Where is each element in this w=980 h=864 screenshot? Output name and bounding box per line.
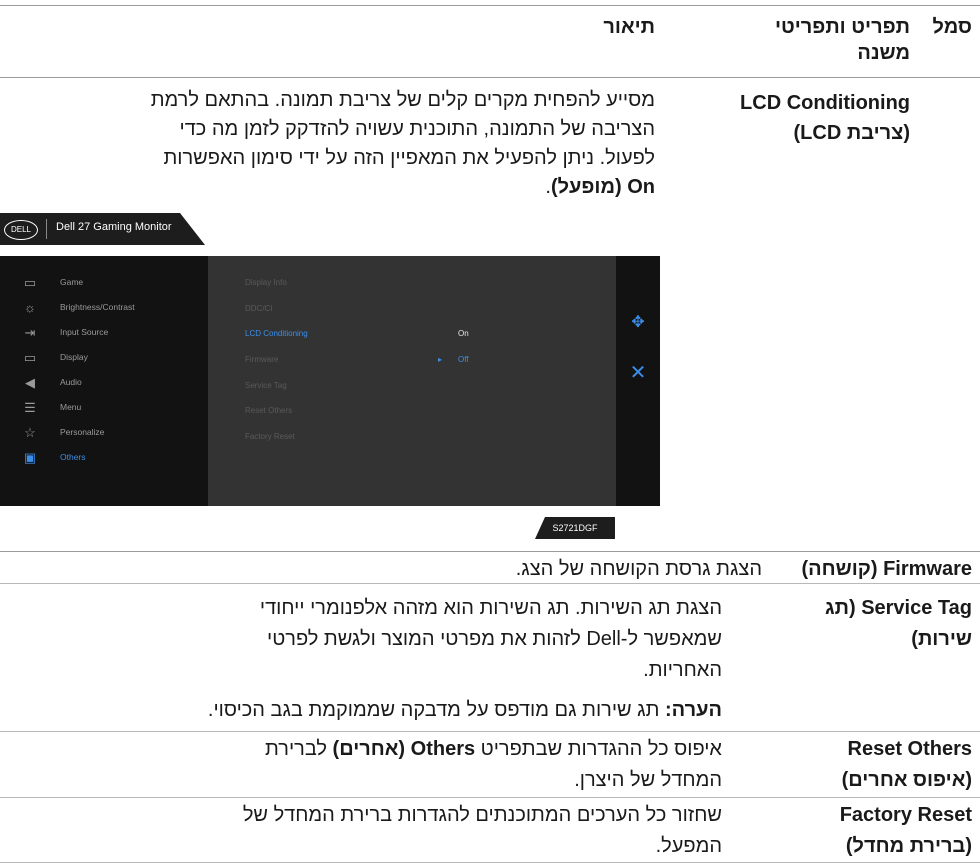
row-rule [0,862,980,863]
osd-title-tab: DELL Dell 27 Gaming Monitor [0,213,205,245]
reset-others-title: Reset Others (איפוס אחרים) [841,738,972,791]
lcd-on-option: On (מופעל) [550,176,655,198]
star-icon: ☆ [24,425,36,440]
osd-option-on[interactable]: On [458,329,469,338]
lcd-line: On (מופעל). [545,176,655,198]
osd-option-off[interactable]: Off [458,355,469,364]
osd-menu-game[interactable]: ▭ Game [0,272,208,296]
osd-sub-reset-others[interactable]: Reset Others [245,406,292,415]
osd-menu-others[interactable]: ▣ Others [0,447,208,471]
sun-icon: ☼ [24,300,36,315]
lcd-title-en: LCD Conditioning [740,92,910,114]
header-description: תיאור [603,16,655,38]
menu-list-icon: ☰ [24,400,36,415]
row-rule [0,551,980,552]
lcd-description: מסייע להפחית מקרים קלים של צריבת תמונה. … [5,86,655,202]
firmware-description: הצגת גרסת הקושחה של הצג. [515,558,762,580]
service-tag-title: Service Tag (תג שירות) [825,597,972,650]
navigate-joystick-icon[interactable]: ✥ [616,312,660,332]
osd-main-menu: ▭ Game ☼ Brightness/Contrast ⇥ Input Source… [0,256,208,506]
osd-sub-factory-reset[interactable]: Factory Reset [245,432,295,441]
close-icon[interactable]: ✕ [616,360,660,385]
lcd-line: לפעול. ניתן להפעיל את המאפיין הזה על ידי… [163,147,655,169]
header-rule [0,77,980,78]
model-tag: S2721DGF [535,517,615,539]
osd-menu-menu[interactable]: ☰ Menu [0,397,208,421]
osd-submenu: Display Info DDC/CI LCD Conditioning Fir… [208,256,616,506]
factory-reset-title: Factory Reset (ברירת מחדל) [839,804,972,857]
gamepad-icon: ▭ [23,275,37,290]
service-tag-note: הערה: תג שירות גם מודפס על מדבקה שממוקמת… [207,699,722,721]
osd-menu-audio[interactable]: ◀ Audio [0,372,208,396]
service-tag-description: הצגת תג השירות. תג השירות הוא מזהה אלפנו… [259,597,722,681]
table-top-rule [0,5,980,6]
note-label: הערה: [665,699,722,721]
lcd-title-he: (צריבת LCD) [793,122,911,144]
row-rule [0,583,980,584]
osd-sub-display-info[interactable]: Display Info [245,278,287,287]
factory-reset-description: שחזור כל הערכים המתוכנתים להגדרות ברירת … [242,804,722,857]
osd-sub-firmware[interactable]: Firmware [245,355,278,364]
osd-menu-display[interactable]: ▭ Display [0,347,208,371]
lcd-line: מסייע להפחית מקרים קלים של צריבת תמונה. … [150,89,655,111]
firmware-title: Firmware (קושחה) [801,558,972,580]
osd-sub-ddcci[interactable]: DDC/CI [245,304,273,313]
monitor-icon: ▭ [23,350,37,365]
osd-title-divider [46,219,47,239]
osd-menu-brightness[interactable]: ☼ Brightness/Contrast [0,297,208,321]
lcd-line: הצריבה של התמונה, התוכנית עשויה להזדקק ל… [179,118,655,140]
others-menu-ref: Others (אחרים) [332,738,476,760]
row-rule [0,797,980,798]
input-source-icon: ⇥ [24,325,36,340]
osd-panel: ▭ Game ☼ Brightness/Contrast ⇥ Input Source… [0,256,660,506]
reset-others-description: איפוס כל ההגדרות שבתפריט Others (אחרים) … [265,738,722,791]
osd-screenshot: DELL Dell 27 Gaming Monitor ▭ Game ☼ Brigh… [0,213,660,543]
others-icon: ▣ [23,450,37,465]
osd-controls: ✥ ✕ [616,256,660,506]
osd-menu-input-source[interactable]: ⇥ Input Source [0,322,208,346]
osd-sub-lcd-conditioning[interactable]: LCD Conditioning [245,329,308,338]
osd-sub-service-tag[interactable]: Service Tag [245,381,287,390]
header-symbol: סמל [932,16,972,38]
header-menu: תפריט ותפריטי משנה [774,16,910,64]
selection-arrow-icon: ▸ [438,355,443,364]
osd-menu-personalize[interactable]: ☆ Personalize [0,422,208,446]
speaker-icon: ◀ [25,375,35,390]
dell-logo: DELL [4,220,38,240]
osd-title: Dell 27 Gaming Monitor [56,221,172,233]
lcd-title: LCD Conditioning (צריבת LCD) [730,88,910,148]
row-rule [0,731,980,732]
